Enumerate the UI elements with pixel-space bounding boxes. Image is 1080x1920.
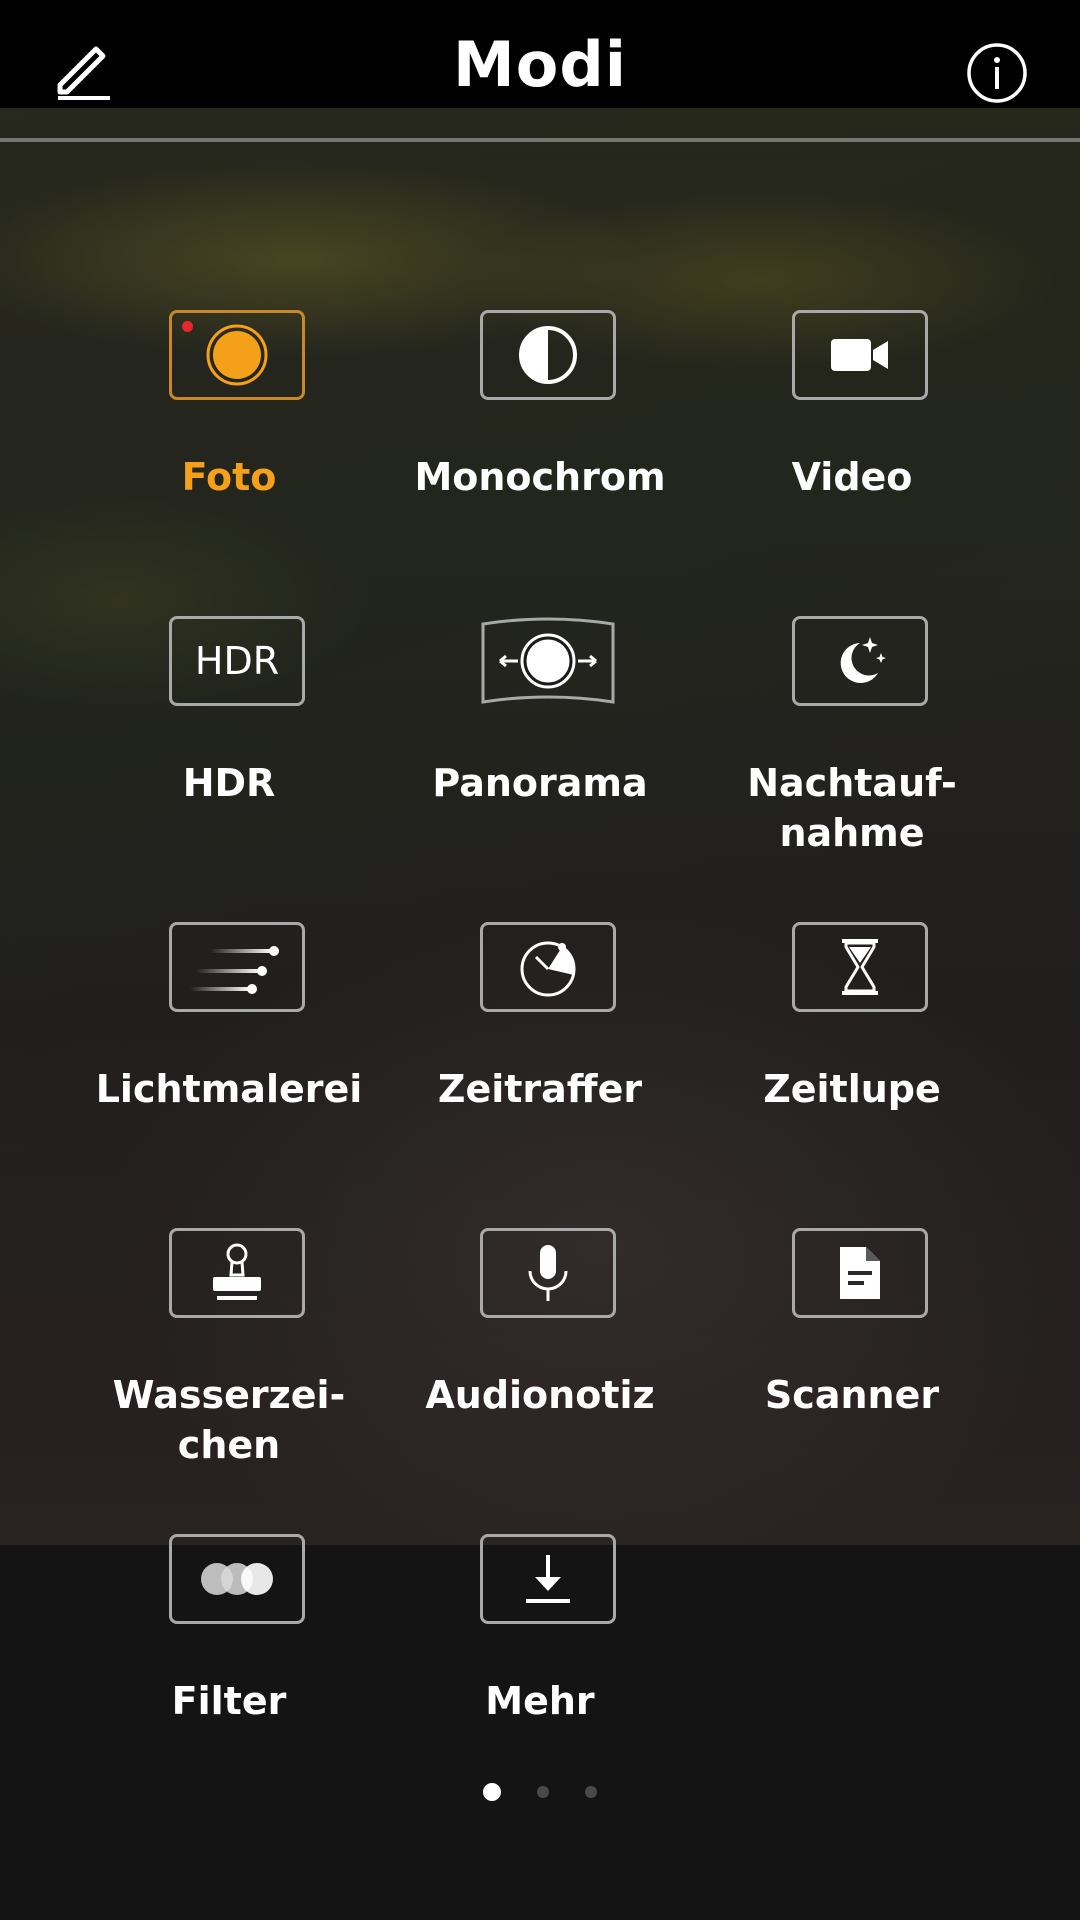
document-icon bbox=[840, 1247, 880, 1299]
page-indicator bbox=[0, 1783, 1080, 1803]
info-button[interactable] bbox=[966, 42, 1028, 104]
mode-label: Filter bbox=[171, 1679, 287, 1723]
page-dot[interactable] bbox=[585, 1786, 597, 1798]
recording-dot bbox=[182, 321, 193, 332]
header-divider bbox=[0, 138, 1080, 142]
mode-label: HDR bbox=[182, 761, 276, 805]
mode-label: Scanner bbox=[764, 1373, 940, 1417]
mode-label: Wasserzei- chen bbox=[112, 1373, 346, 1467]
monochrome-icon bbox=[519, 326, 577, 384]
mode-label: Foto bbox=[181, 455, 277, 499]
hourglass-icon bbox=[842, 939, 878, 995]
download-icon bbox=[526, 1555, 570, 1603]
mode-label: Zeitraffer bbox=[437, 1067, 643, 1111]
filter-circles-icon bbox=[201, 1563, 273, 1595]
page-dot[interactable] bbox=[537, 1786, 549, 1798]
microphone-icon bbox=[528, 1245, 568, 1301]
watermark-stamp-icon bbox=[213, 1243, 261, 1300]
page-dot-active[interactable] bbox=[483, 1783, 501, 1801]
mode-label: Mehr bbox=[485, 1679, 595, 1723]
video-camera-icon bbox=[831, 339, 888, 371]
mode-label: Monochrom bbox=[414, 455, 666, 499]
mode-label: Panorama bbox=[432, 761, 648, 805]
mode-label: Audionotiz bbox=[425, 1373, 655, 1417]
hdr-icon: HDR bbox=[194, 639, 280, 683]
light-painting-icon bbox=[190, 946, 279, 994]
info-icon bbox=[967, 43, 1027, 103]
timelapse-icon bbox=[520, 941, 576, 997]
page-title: Modi bbox=[453, 28, 627, 101]
panorama-icon bbox=[481, 617, 615, 704]
mode-label: Video bbox=[791, 455, 913, 499]
mode-label: Nachtauf- nahme bbox=[747, 761, 957, 855]
mode-label: Lichtmalerei bbox=[95, 1067, 363, 1111]
mode-label: Zeitlupe bbox=[763, 1067, 941, 1111]
camera-photo-icon bbox=[206, 324, 268, 386]
night-moon-icon bbox=[840, 637, 886, 683]
